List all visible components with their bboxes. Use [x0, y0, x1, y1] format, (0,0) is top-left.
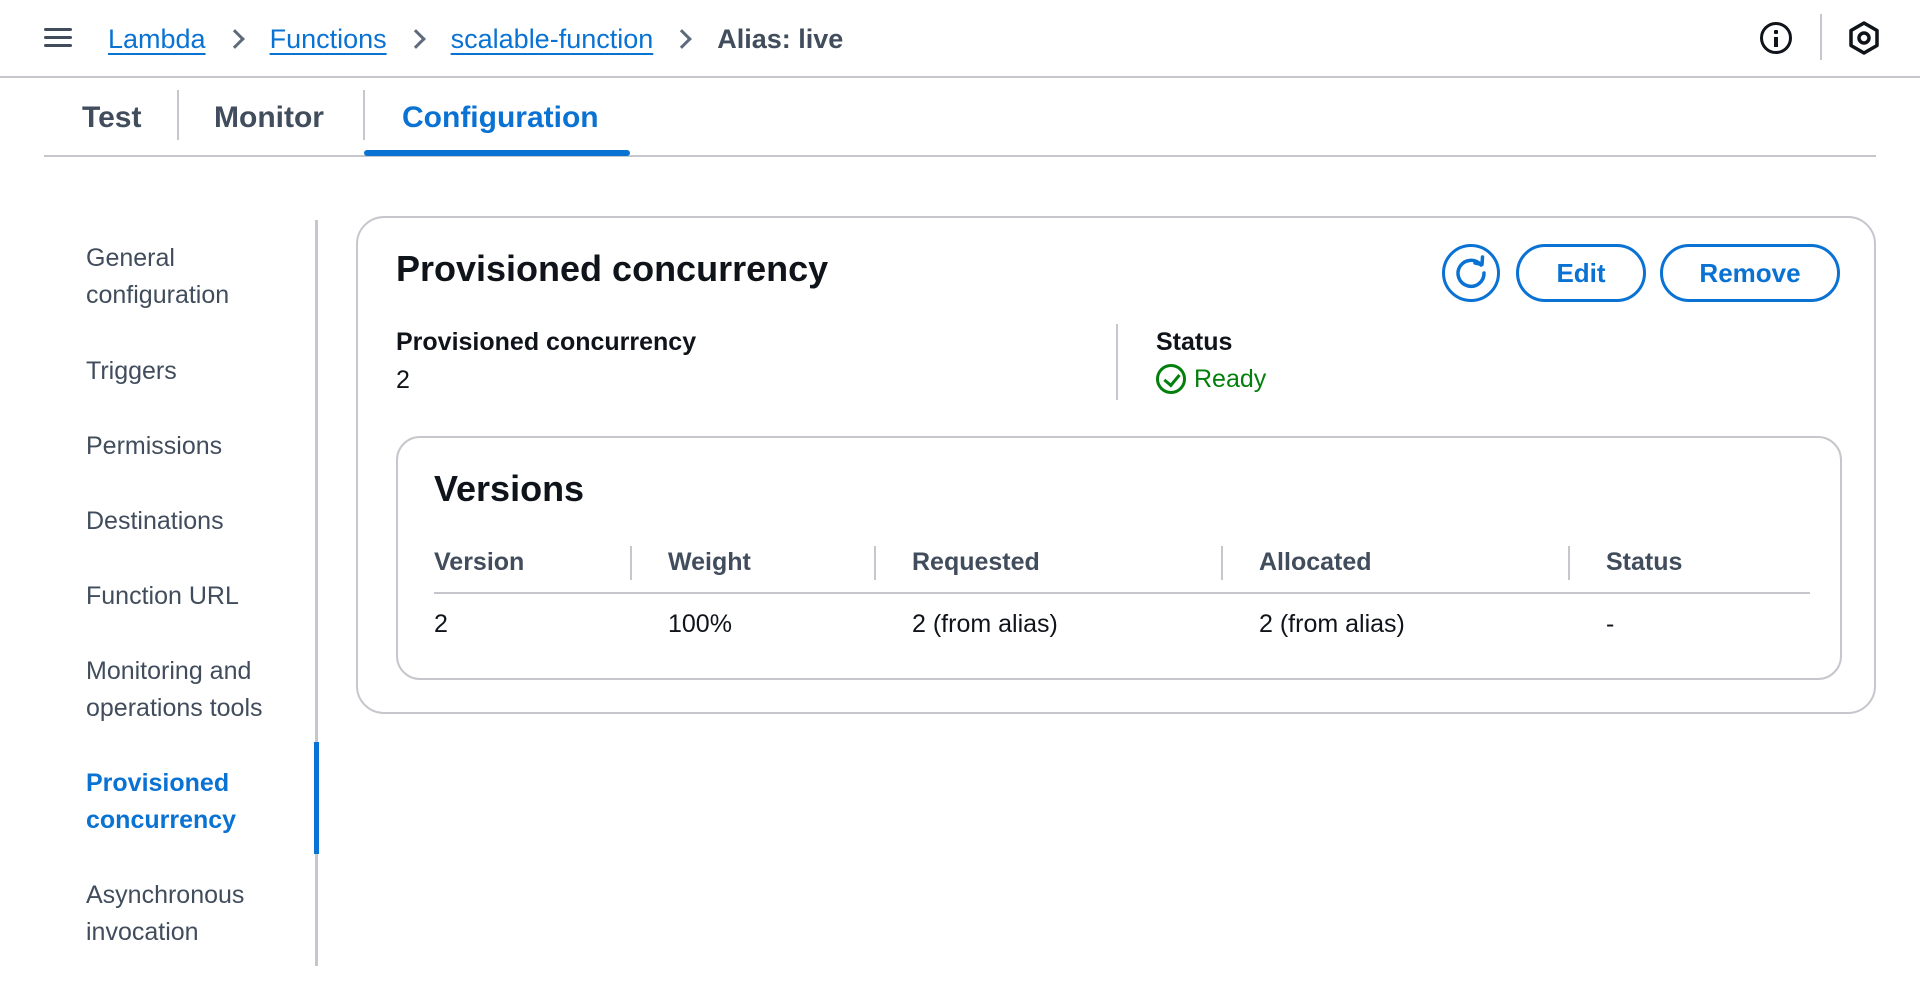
refresh-button[interactable]	[1442, 244, 1500, 302]
breadcrumb-functions[interactable]: Functions	[270, 24, 387, 55]
chevron-right-icon	[672, 29, 693, 49]
cell-weight: 100%	[668, 610, 732, 638]
column-divider	[1221, 546, 1223, 580]
column-header-status[interactable]: Status	[1606, 548, 1682, 577]
status-label: Status	[1156, 328, 1233, 356]
cell-requested: 2 (from alias)	[912, 610, 1058, 638]
remove-button[interactable]: Remove	[1660, 244, 1840, 302]
table-row: 2 100% 2 (from alias) 2 (from alias) -	[434, 602, 1810, 652]
cell-status: -	[1606, 610, 1615, 638]
provisioned-concurrency-panel: Provisioned concurrency Edit Remove Prov…	[356, 216, 1876, 714]
top-bar: Lambda Functions scalable-function Alias…	[0, 0, 1920, 78]
tab-test[interactable]: Test	[82, 90, 141, 146]
panel-title: Provisioned concurrency	[396, 248, 829, 289]
breadcrumb-function-name[interactable]: scalable-function	[451, 24, 654, 55]
sidenav-item-provisioned-concurrency[interactable]: Provisioned concurrency	[86, 765, 306, 839]
refresh-icon	[1456, 255, 1486, 289]
concurrency-value: 2	[396, 366, 410, 394]
status-indicator: Ready	[1156, 364, 1266, 394]
column-header-version[interactable]: Version	[434, 548, 524, 577]
chevron-right-icon	[405, 29, 426, 49]
concurrency-label: Provisioned concurrency	[396, 328, 697, 356]
sidenav-item-monitoring-tools[interactable]: Monitoring and operations tools	[86, 653, 306, 727]
sidenav-item-function-url[interactable]: Function URL	[86, 578, 306, 615]
sidenav-item-asynchronous-invocation[interactable]: Asynchronous invocation	[86, 877, 306, 951]
tab-configuration[interactable]: Configuration	[402, 90, 599, 146]
column-header-allocated[interactable]: Allocated	[1259, 548, 1372, 577]
column-divider	[1568, 546, 1570, 580]
sidenav-item-destinations[interactable]: Destinations	[86, 503, 306, 540]
column-divider	[630, 546, 632, 580]
chevron-right-icon	[224, 29, 245, 49]
sidenav-item-triggers[interactable]: Triggers	[86, 353, 306, 390]
column-header-requested[interactable]: Requested	[912, 548, 1040, 577]
breadcrumb: Lambda Functions scalable-function Alias…	[108, 20, 843, 58]
sidenav-active-indicator	[314, 742, 319, 854]
tab-bar: Test Monitor Configuration	[44, 78, 1876, 157]
table-header: Version Weight Requested Allocated Statu…	[434, 542, 1810, 594]
tab-monitor[interactable]: Monitor	[214, 90, 324, 146]
column-divider	[874, 546, 876, 580]
sidenav-rail	[315, 220, 318, 966]
edit-button[interactable]: Edit	[1516, 244, 1646, 302]
status-value: Ready	[1194, 364, 1267, 393]
divider	[1116, 324, 1118, 400]
tab-divider	[363, 90, 365, 140]
versions-title: Versions	[434, 468, 585, 509]
column-header-weight[interactable]: Weight	[668, 548, 751, 577]
tab-divider	[177, 90, 179, 140]
divider	[1820, 14, 1822, 60]
breadcrumb-current: Alias: live	[717, 23, 844, 54]
sidenav-item-permissions[interactable]: Permissions	[86, 428, 306, 465]
check-circle-icon	[1156, 364, 1186, 394]
active-tab-indicator	[364, 150, 630, 156]
cell-version: 2	[434, 610, 448, 638]
cell-allocated: 2 (from alias)	[1259, 610, 1405, 638]
versions-panel: Versions Version Weight Requested Alloca…	[396, 436, 1842, 680]
breadcrumb-lambda[interactable]: Lambda	[108, 24, 206, 55]
info-icon[interactable]	[1760, 22, 1792, 54]
sidenav-item-general-configuration[interactable]: General configuration	[86, 240, 306, 314]
menu-icon[interactable]	[44, 26, 72, 50]
settings-icon[interactable]	[1846, 20, 1882, 56]
